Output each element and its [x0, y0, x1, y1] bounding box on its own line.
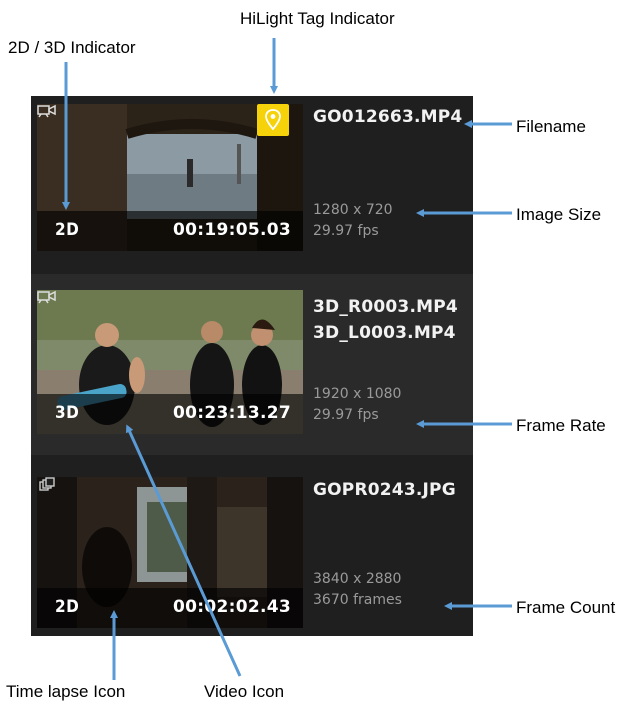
arrow-video: [126, 424, 242, 677]
callout-arrows: [62, 38, 512, 680]
